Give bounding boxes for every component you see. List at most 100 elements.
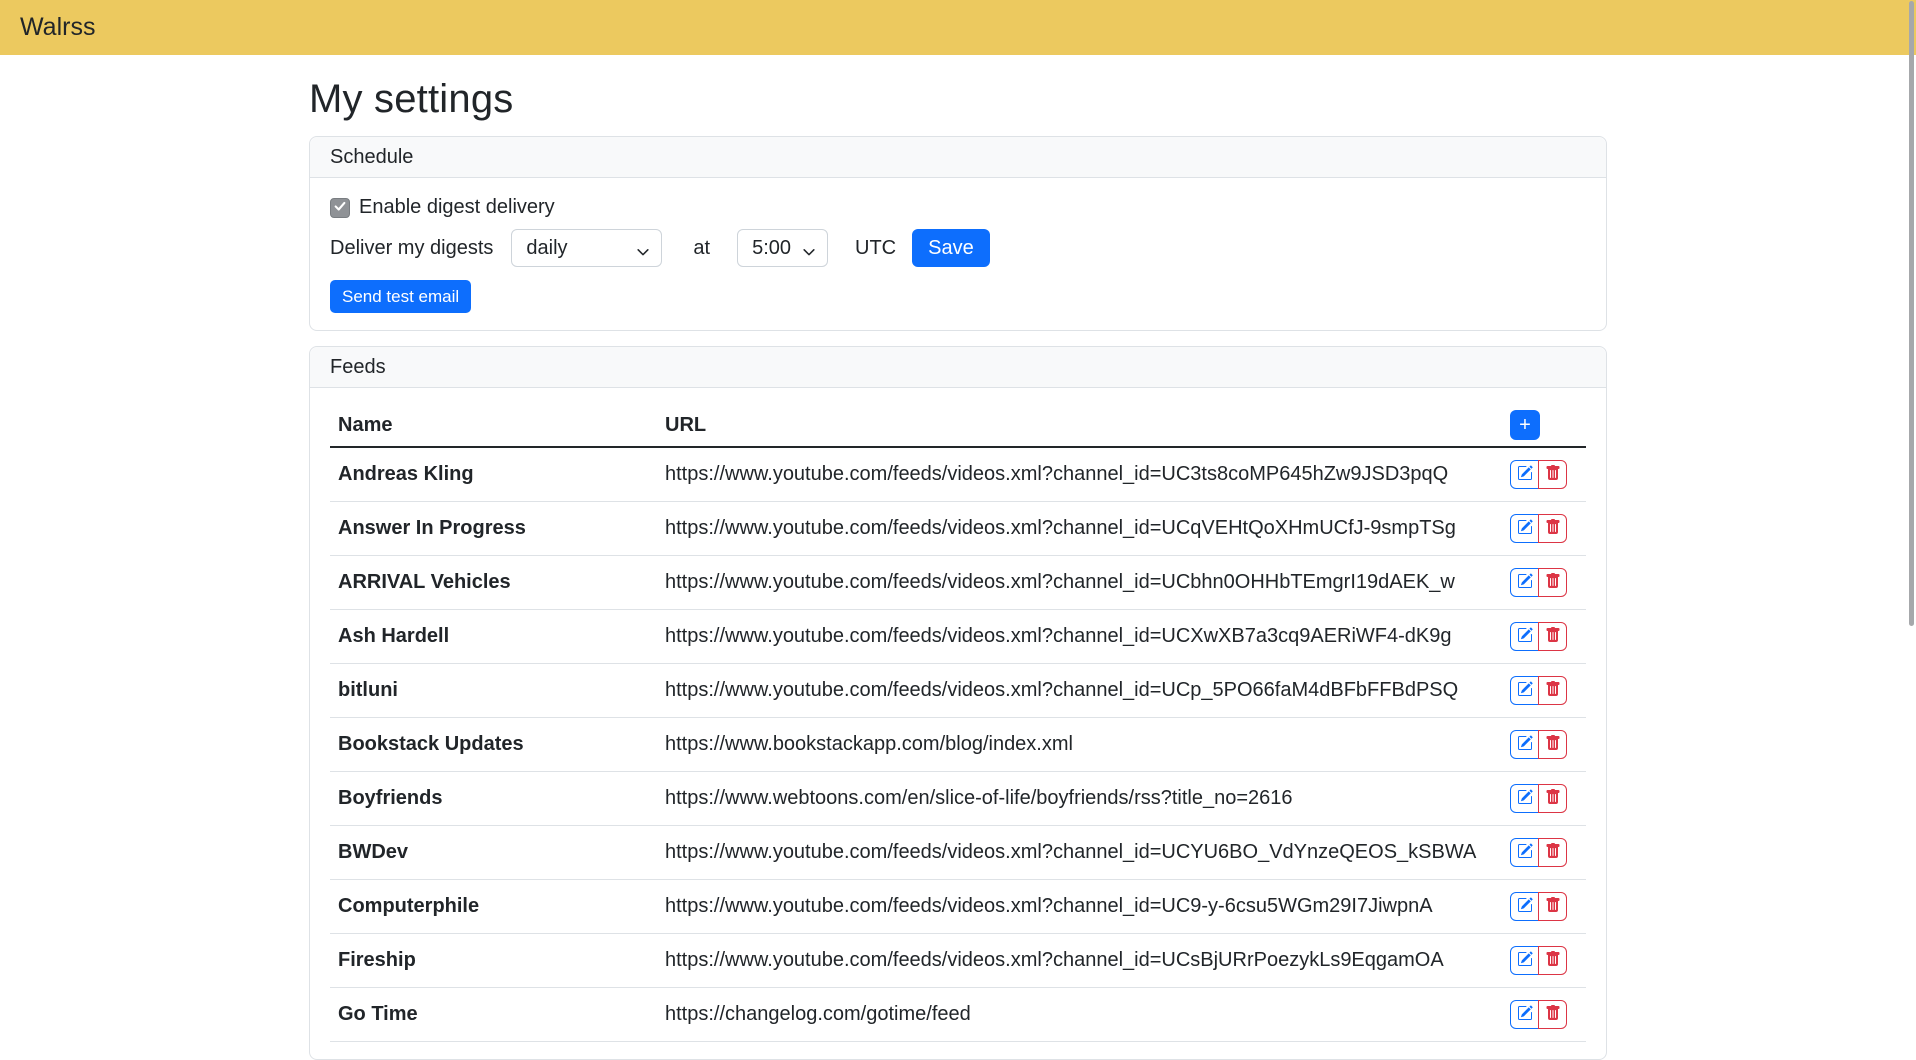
delete-feed-button[interactable]	[1538, 946, 1567, 975]
pencil-square-icon	[1517, 789, 1533, 808]
feed-table-row: Boyfriends https://www.webtoons.com/en/s…	[330, 772, 1586, 826]
feed-name-cell: Boyfriends	[330, 772, 657, 826]
feed-actions-group	[1510, 460, 1567, 489]
feed-table-row: Andreas Kling https://www.youtube.com/fe…	[330, 447, 1586, 502]
delete-feed-button[interactable]	[1538, 784, 1567, 813]
feed-actions-cell	[1502, 556, 1586, 610]
feed-table-row: BWDev https://www.youtube.com/feeds/vide…	[330, 826, 1586, 880]
pencil-square-icon	[1517, 573, 1533, 592]
feed-actions-group	[1510, 892, 1567, 921]
delete-feed-button[interactable]	[1538, 838, 1567, 867]
edit-feed-button[interactable]	[1510, 946, 1539, 975]
delete-feed-button[interactable]	[1538, 730, 1567, 759]
edit-feed-button[interactable]	[1510, 460, 1539, 489]
edit-feed-button[interactable]	[1510, 1000, 1539, 1029]
page-scrollbar[interactable]	[1906, 0, 1916, 941]
pencil-square-icon	[1517, 843, 1533, 862]
edit-feed-button[interactable]	[1510, 622, 1539, 651]
at-label: at	[693, 237, 710, 260]
chevron-down-icon	[802, 242, 816, 265]
feeds-table-header-row: Name URL +	[330, 404, 1586, 447]
frequency-select[interactable]: daily	[511, 229, 662, 267]
pencil-square-icon	[1517, 951, 1533, 970]
trash-icon	[1545, 627, 1561, 646]
trash-icon	[1545, 951, 1561, 970]
column-header-url: URL	[657, 404, 1502, 447]
schedule-card: Schedule Enable digest delivery Deliver …	[309, 136, 1607, 331]
delete-feed-button[interactable]	[1538, 892, 1567, 921]
edit-feed-button[interactable]	[1510, 838, 1539, 867]
feed-actions-cell	[1502, 988, 1586, 1042]
feed-actions-group	[1510, 622, 1567, 651]
feed-actions-cell	[1502, 610, 1586, 664]
feed-name-cell: BWDev	[330, 826, 657, 880]
enable-digest-label: Enable digest delivery	[359, 196, 555, 219]
feed-actions-group	[1510, 1000, 1567, 1029]
feed-actions-cell	[1502, 718, 1586, 772]
pencil-square-icon	[1517, 1005, 1533, 1024]
edit-feed-button[interactable]	[1510, 514, 1539, 543]
deliver-label: Deliver my digests	[330, 237, 493, 260]
edit-feed-button[interactable]	[1510, 730, 1539, 759]
trash-icon	[1545, 465, 1561, 484]
feed-actions-group	[1510, 568, 1567, 597]
feed-url-cell: https://www.youtube.com/feeds/videos.xml…	[657, 826, 1502, 880]
feed-name-cell: Bookstack Updates	[330, 718, 657, 772]
trash-icon	[1545, 897, 1561, 916]
feed-url-cell: https://www.youtube.com/feeds/videos.xml…	[657, 502, 1502, 556]
trash-icon	[1545, 573, 1561, 592]
feeds-card: Feeds Name URL + Andreas Kl	[309, 346, 1607, 1060]
feed-actions-group	[1510, 838, 1567, 867]
trash-icon	[1545, 735, 1561, 754]
send-test-email-button[interactable]: Send test email	[330, 280, 471, 313]
pencil-square-icon	[1517, 627, 1533, 646]
feeds-table-body: Andreas Kling https://www.youtube.com/fe…	[330, 447, 1586, 1042]
frequency-select-value: daily	[526, 237, 567, 260]
schedule-card-header: Schedule	[310, 137, 1606, 178]
edit-feed-button[interactable]	[1510, 676, 1539, 705]
feed-table-row: Go Time https://changelog.com/gotime/fee…	[330, 988, 1586, 1042]
add-feed-button[interactable]: +	[1510, 410, 1540, 440]
feed-name-cell: Go Time	[330, 988, 657, 1042]
scrollbar-thumb[interactable]	[1909, 1, 1914, 626]
delete-feed-button[interactable]	[1538, 1000, 1567, 1029]
feed-name-cell: ARRIVAL Vehicles	[330, 556, 657, 610]
feeds-table: Name URL + Andreas Kling https://www.you…	[330, 404, 1586, 1042]
plus-icon: +	[1519, 415, 1531, 435]
feed-url-cell: https://www.youtube.com/feeds/videos.xml…	[657, 880, 1502, 934]
edit-feed-button[interactable]	[1510, 892, 1539, 921]
feed-actions-cell	[1502, 664, 1586, 718]
enable-digest-row: Enable digest delivery	[330, 196, 1586, 219]
feed-name-cell: Computerphile	[330, 880, 657, 934]
delete-feed-button[interactable]	[1538, 460, 1567, 489]
enable-digest-checkbox[interactable]	[330, 198, 350, 218]
brand: Walrss	[20, 13, 95, 42]
edit-feed-button[interactable]	[1510, 568, 1539, 597]
feed-table-row: Answer In Progress https://www.youtube.c…	[330, 502, 1586, 556]
trash-icon	[1545, 681, 1561, 700]
pencil-square-icon	[1517, 897, 1533, 916]
check-icon	[333, 196, 347, 219]
time-select-value: 5:00	[752, 237, 791, 260]
column-header-actions: +	[1502, 404, 1586, 447]
feed-actions-cell	[1502, 880, 1586, 934]
pencil-square-icon	[1517, 735, 1533, 754]
delete-feed-button[interactable]	[1538, 568, 1567, 597]
feed-actions-cell	[1502, 934, 1586, 988]
feed-table-row: Ash Hardell https://www.youtube.com/feed…	[330, 610, 1586, 664]
timezone-label: UTC	[855, 237, 896, 260]
delete-feed-button[interactable]	[1538, 676, 1567, 705]
pencil-square-icon	[1517, 681, 1533, 700]
feed-name-cell: Fireship	[330, 934, 657, 988]
feed-table-row: bitluni https://www.youtube.com/feeds/vi…	[330, 664, 1586, 718]
app-navbar: Walrss	[0, 0, 1916, 55]
time-select[interactable]: 5:00	[737, 229, 828, 267]
delete-feed-button[interactable]	[1538, 622, 1567, 651]
delete-feed-button[interactable]	[1538, 514, 1567, 543]
feed-actions-group	[1510, 514, 1567, 543]
edit-feed-button[interactable]	[1510, 784, 1539, 813]
trash-icon	[1545, 519, 1561, 538]
feed-table-row: Bookstack Updates https://www.bookstacka…	[330, 718, 1586, 772]
save-button[interactable]: Save	[912, 229, 990, 267]
trash-icon	[1545, 843, 1561, 862]
